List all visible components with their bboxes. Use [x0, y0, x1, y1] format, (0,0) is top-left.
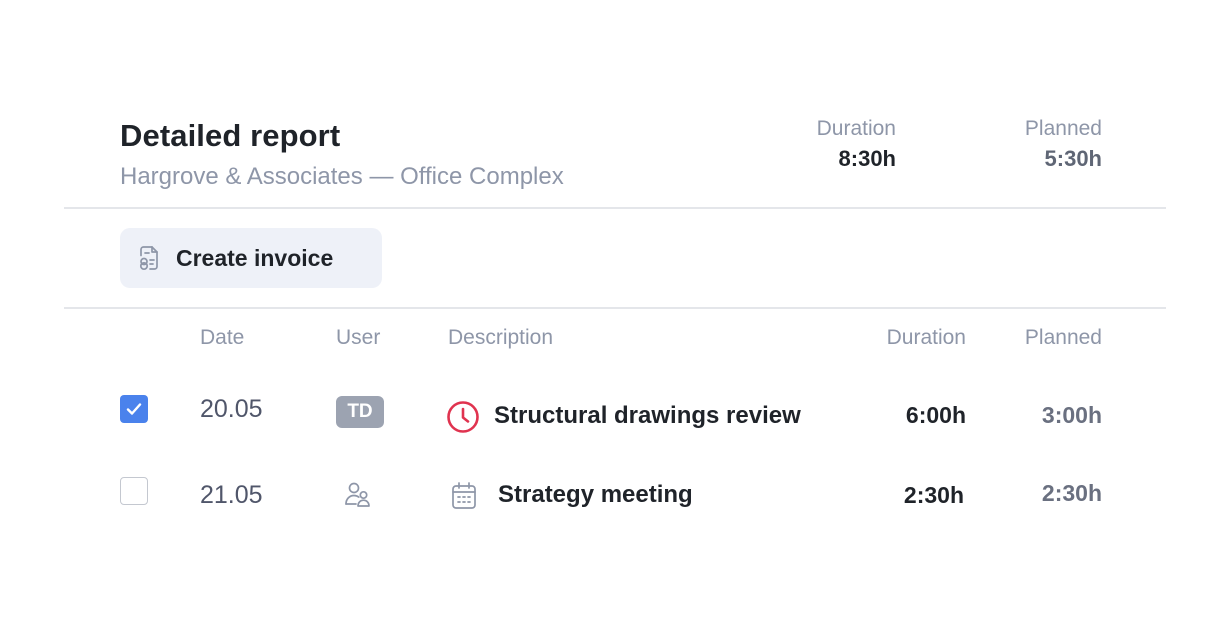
column-header-user[interactable]: User [336, 326, 380, 350]
column-header-duration[interactable]: Duration [887, 326, 966, 350]
check-icon [126, 403, 142, 415]
summary-duration-label: Duration [816, 117, 896, 140]
summary-planned-label: Planned [1024, 117, 1102, 140]
row-checkbox[interactable] [120, 395, 148, 423]
column-header-planned[interactable]: Planned [1025, 326, 1102, 350]
row-date: 20.05 [200, 395, 263, 423]
row-planned: 2:30h [1041, 480, 1102, 506]
summary-planned: Planned 5:30h [1025, 116, 1102, 176]
summary-duration-value: 8:30h [838, 146, 896, 171]
create-invoice-label: Create invoice [176, 244, 334, 271]
create-invoice-button[interactable]: Create invoice [120, 228, 382, 288]
clock-icon [446, 400, 480, 434]
table-row[interactable]: 21.05 Strategy meeting 2:30h 2:30h [0, 460, 1230, 530]
row-duration: 2:30h [903, 482, 964, 508]
invoice-icon [137, 244, 161, 272]
calendar-icon [450, 481, 478, 511]
summary-planned-value: 5:30h [1044, 146, 1102, 171]
column-header-description[interactable]: Description [448, 326, 553, 350]
table-row[interactable]: 20.05 TD Structural drawings review 6:00… [0, 380, 1230, 450]
summary-duration: Duration 8:30h [817, 116, 896, 176]
users-icon[interactable] [343, 480, 373, 510]
toolbar-divider [64, 307, 1166, 309]
header-divider [64, 207, 1166, 209]
row-checkbox[interactable] [120, 477, 148, 505]
row-date: 21.05 [200, 481, 263, 509]
row-description[interactable]: Strategy meeting [498, 481, 693, 509]
row-planned: 3:00h [1041, 402, 1102, 428]
column-header-date[interactable]: Date [200, 326, 244, 350]
user-avatar[interactable]: TD [336, 396, 384, 428]
page-subtitle: Hargrove & Associates — Office Complex [120, 163, 564, 190]
row-duration: 6:00h [905, 402, 966, 428]
page-title: Detailed report [120, 118, 341, 153]
row-description[interactable]: Structural drawings review [494, 402, 801, 430]
